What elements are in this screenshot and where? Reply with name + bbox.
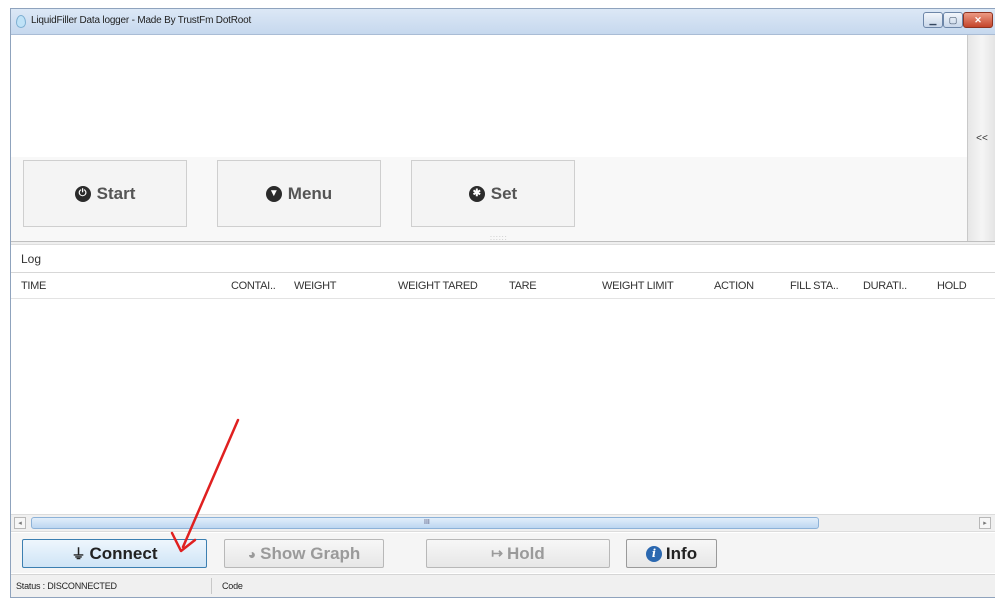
column-header-hold[interactable]: HOLD bbox=[937, 280, 967, 292]
app-drop-icon bbox=[16, 15, 26, 28]
info-button[interactable]: i Info bbox=[626, 539, 717, 568]
close-icon: ✕ bbox=[974, 14, 982, 25]
column-header-action[interactable]: ACTION bbox=[714, 280, 754, 292]
connect-button[interactable]: ⏚ Connect bbox=[22, 539, 207, 568]
hold-button[interactable]: ↦ Hold bbox=[426, 539, 610, 568]
scroll-right-icon: ▸ bbox=[983, 520, 987, 527]
scroll-right-button[interactable]: ▸ bbox=[979, 517, 991, 529]
display-area bbox=[11, 35, 967, 157]
plug-icon: ⏚ bbox=[71, 545, 86, 562]
hold-label: Hold bbox=[506, 543, 545, 563]
log-table-body[interactable] bbox=[11, 299, 995, 513]
collapse-panel-button[interactable]: << bbox=[968, 123, 995, 153]
scroll-left-icon: ◂ bbox=[18, 520, 22, 527]
log-label: Log bbox=[21, 252, 42, 266]
status-bar: Status : DISCONNECTED Code bbox=[11, 574, 995, 597]
column-header-container[interactable]: CONTAI.. bbox=[231, 280, 276, 292]
graph-icon: ◕ bbox=[247, 545, 257, 562]
minimize-button[interactable]: ▁ bbox=[923, 12, 943, 28]
status-separator bbox=[211, 578, 212, 594]
column-header-weight-limit[interactable]: WEIGHT LIMIT bbox=[602, 280, 674, 292]
column-header-time[interactable]: TIME bbox=[21, 280, 46, 292]
maximize-icon: ▢ bbox=[948, 14, 958, 25]
thumb-grip-icon: III bbox=[424, 519, 430, 526]
column-header-weight-tared[interactable]: WEIGHT TARED bbox=[398, 280, 478, 292]
start-button[interactable]: ⏻ Start bbox=[23, 160, 187, 227]
column-header-weight[interactable]: WEIGHT bbox=[294, 280, 337, 292]
action-toolbar: ⏚ Connect ◕ Show Graph ↦ Hold i Info bbox=[11, 533, 995, 573]
set-button[interactable]: ✱ Set bbox=[411, 160, 575, 227]
close-button[interactable]: ✕ bbox=[963, 12, 993, 28]
column-header-tare[interactable]: TARE bbox=[509, 280, 537, 292]
menu-button[interactable]: ▼ Menu bbox=[217, 160, 381, 227]
down-circle-icon: ▼ bbox=[265, 185, 282, 202]
title-bar[interactable]: LiquidFiller Data logger - Made By Trust… bbox=[11, 9, 995, 35]
connection-status: Status : DISCONNECTED bbox=[16, 581, 117, 591]
show-graph-label: Show Graph bbox=[260, 543, 361, 563]
scroll-left-button[interactable]: ◂ bbox=[14, 517, 26, 529]
horizontal-scrollbar[interactable]: ◂ III ▸ bbox=[11, 514, 995, 532]
menu-label: Menu bbox=[287, 183, 333, 203]
column-header-fill-status[interactable]: FILL STA.. bbox=[790, 280, 839, 292]
start-label: Start bbox=[96, 183, 136, 203]
splitter-grip-icon[interactable]: :::::: bbox=[490, 235, 508, 242]
show-graph-button[interactable]: ◕ Show Graph bbox=[224, 539, 384, 568]
scrollbar-thumb[interactable]: III bbox=[31, 517, 819, 529]
side-panel: << bbox=[967, 35, 995, 242]
minimize-icon: ▁ bbox=[929, 14, 937, 25]
log-table-header: TIME CONTAI.. WEIGHT WEIGHT TARED TARE W… bbox=[11, 272, 995, 299]
connect-label: Connect bbox=[89, 543, 158, 563]
power-icon: ⏻ bbox=[74, 185, 91, 202]
status-code: Code bbox=[222, 581, 243, 591]
maximize-button[interactable]: ▢ bbox=[943, 12, 963, 28]
info-icon: i bbox=[645, 545, 662, 562]
hold-arrow-icon: ↦ bbox=[491, 545, 503, 561]
set-label: Set bbox=[490, 183, 518, 203]
column-header-duration[interactable]: DURATI.. bbox=[863, 280, 907, 292]
settings-circle-icon: ✱ bbox=[468, 185, 485, 202]
info-label: Info bbox=[665, 543, 698, 563]
window-title: LiquidFiller Data logger - Made By Trust… bbox=[31, 15, 252, 26]
app-window: LiquidFiller Data logger - Made By Trust… bbox=[10, 8, 995, 598]
